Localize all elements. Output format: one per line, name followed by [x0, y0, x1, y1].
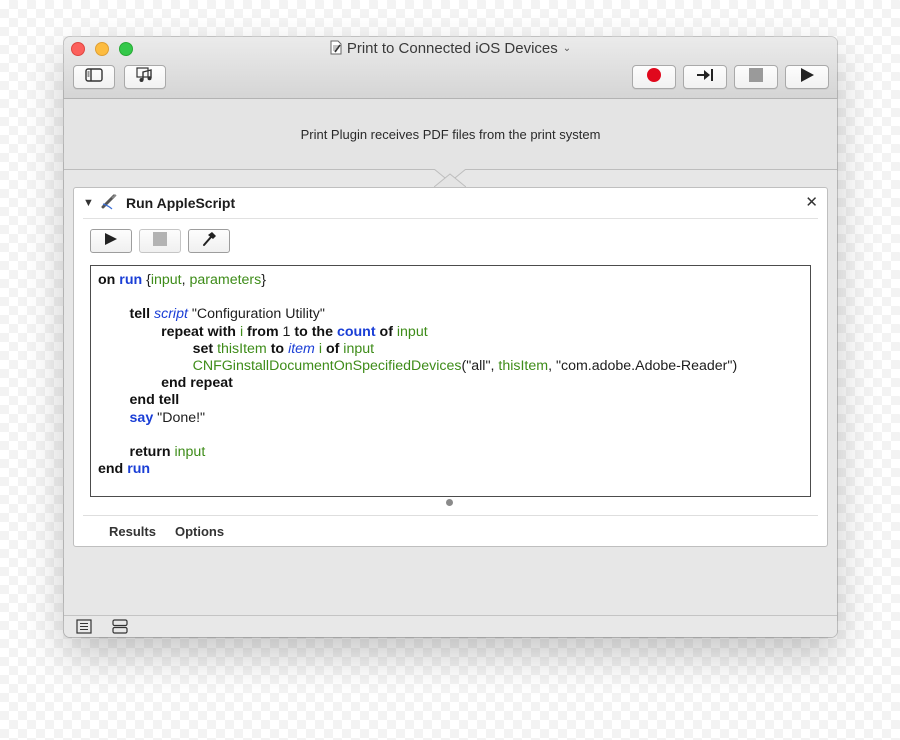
- library-toggle-button[interactable]: [73, 65, 115, 89]
- code-token: }: [261, 272, 267, 288]
- code-token: end tell: [129, 392, 180, 409]
- code-token: thisItem: [217, 340, 267, 357]
- code-token: of: [325, 340, 340, 357]
- code-token: count: [336, 323, 376, 340]
- script-icon: [101, 194, 119, 215]
- code-token: from: [247, 323, 279, 340]
- code-token: end: [98, 461, 124, 478]
- action-header: ▼ Run AppleScript ✕: [83, 188, 818, 219]
- workflow-input-description: Print Plugin receives PDF files from the…: [300, 127, 601, 142]
- log-icon[interactable]: [76, 619, 92, 637]
- variables-icon[interactable]: [112, 619, 128, 637]
- code-token: item: [288, 340, 315, 357]
- code-token: 1: [282, 323, 291, 340]
- code-token: ,: [181, 272, 190, 288]
- code-token: input: [396, 323, 428, 340]
- code-token: return: [129, 444, 171, 461]
- stop-script-button[interactable]: [139, 229, 181, 253]
- step-icon: [696, 68, 714, 87]
- code-token: "Configuration Utility": [187, 306, 325, 323]
- bottom-status-bar: [64, 615, 837, 637]
- code-token: say: [129, 409, 154, 426]
- media-icon: [136, 67, 154, 87]
- stop-icon: [153, 231, 167, 251]
- run-script-button[interactable]: [90, 229, 132, 253]
- code-token: repeat with: [161, 323, 236, 340]
- code-token: end repeat: [161, 375, 233, 392]
- hammer-icon: [201, 231, 217, 252]
- window-title[interactable]: Print to Connected iOS Devices ⌄: [64, 40, 837, 59]
- run-icon: [799, 67, 815, 88]
- automator-window: Print to Connected iOS Devices ⌄ Print P…: [64, 37, 837, 637]
- media-button[interactable]: [124, 65, 166, 89]
- title-bar: Print to Connected iOS Devices ⌄: [64, 37, 837, 99]
- code-token: parameters: [189, 272, 262, 288]
- code-token: ("all",: [461, 358, 499, 375]
- code-token: to the: [294, 323, 333, 340]
- code-token: run: [127, 461, 151, 478]
- resize-handle[interactable]: [446, 499, 453, 506]
- window-title-text: Print to Connected iOS Devices: [346, 40, 558, 57]
- run-icon: [104, 232, 118, 251]
- record-icon: [646, 67, 662, 88]
- code-token: script: [154, 306, 188, 323]
- code-token: tell: [129, 306, 151, 323]
- action-footer-tabs: Results Options: [83, 515, 818, 546]
- workflow-input-area: Print Plugin receives PDF files from the…: [64, 99, 837, 170]
- library-icon: [85, 67, 103, 87]
- record-button[interactable]: [632, 65, 676, 89]
- code-token: "Done!": [153, 409, 206, 426]
- stop-button[interactable]: [734, 65, 778, 89]
- code-token: i: [239, 323, 244, 340]
- code-token: of: [379, 323, 393, 340]
- code-token: to: [270, 340, 285, 357]
- document-icon: [330, 40, 342, 59]
- code-token: thisItem: [498, 358, 549, 375]
- code-token: , "com.adobe.Adobe-Reader"): [548, 358, 738, 375]
- action-connector-icon: [434, 169, 466, 187]
- disclosure-triangle-icon[interactable]: ▼: [83, 197, 94, 209]
- script-code[interactable]: on run {input, parameters} tell script "…: [98, 272, 737, 478]
- chevron-down-icon: ⌄: [562, 43, 572, 54]
- code-token: set: [192, 340, 214, 357]
- step-button[interactable]: [683, 65, 727, 89]
- code-token: input: [150, 272, 182, 288]
- code-token: run: [119, 272, 143, 288]
- tab-options[interactable]: Options: [175, 524, 224, 539]
- code-token: input: [174, 444, 206, 461]
- action-title: Run AppleScript: [126, 195, 236, 211]
- code-token: {: [142, 272, 151, 288]
- run-button[interactable]: [785, 65, 829, 89]
- script-editor[interactable]: on run {input, parameters} tell script "…: [90, 265, 811, 497]
- stop-icon: [748, 67, 764, 88]
- run-applescript-action: ▼ Run AppleScript ✕ on run {input, param…: [73, 187, 828, 547]
- tab-results[interactable]: Results: [109, 524, 156, 539]
- code-token: i: [318, 340, 322, 357]
- close-icon[interactable]: ✕: [805, 193, 818, 211]
- code-token: CNFGinstallDocumentOnSpecifiedDevices: [192, 358, 462, 375]
- compile-script-button[interactable]: [188, 229, 230, 253]
- code-token: on: [98, 272, 116, 288]
- code-token: input: [343, 340, 375, 357]
